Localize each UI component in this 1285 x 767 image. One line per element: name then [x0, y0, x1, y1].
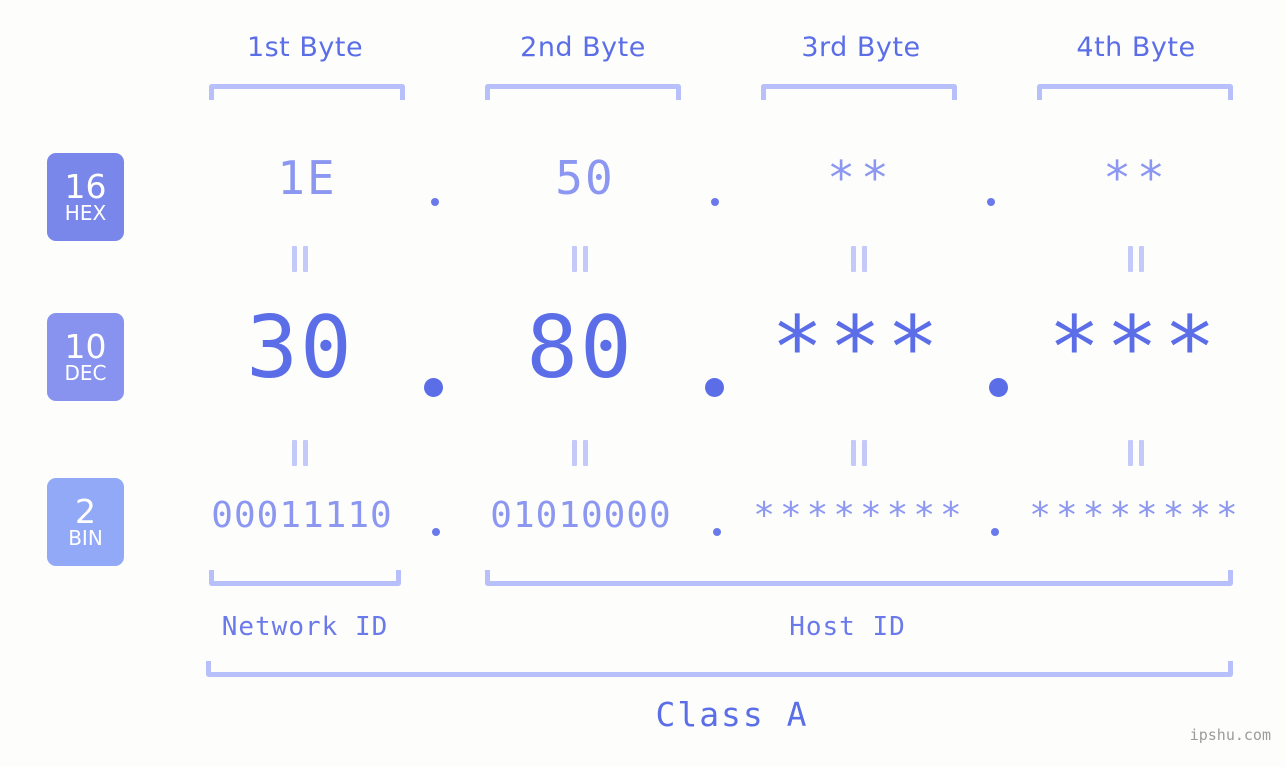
- equals-connector-hex-dec-2: [572, 246, 588, 272]
- equals-connector-dec-bin-3: [851, 440, 867, 466]
- byte-bracket-2: [485, 84, 681, 100]
- dec-dot-2: [705, 378, 724, 397]
- base-badge-hex: 16 HEX: [47, 153, 124, 241]
- byte-header-1: 1st Byte: [246, 32, 364, 63]
- base-badge-hex-name: HEX: [64, 201, 107, 226]
- equals-connector-hex-dec-1: [292, 246, 308, 272]
- base-badge-bin: 2 BIN: [47, 478, 124, 566]
- equals-connector-dec-bin-1: [292, 440, 308, 466]
- base-badge-bin-number: 2: [75, 491, 96, 531]
- dec-dot-3: [989, 378, 1008, 397]
- dec-octet-2: 80: [526, 298, 634, 398]
- bin-dot-1: [432, 528, 440, 536]
- base-badge-dec: 10 DEC: [47, 313, 124, 401]
- bin-octet-4: ********: [1029, 495, 1243, 536]
- network-id-label: Network ID: [221, 612, 389, 642]
- bin-octet-2: 01010000: [490, 495, 672, 536]
- equals-connector-dec-bin-2: [572, 440, 588, 466]
- base-badge-dec-name: DEC: [64, 361, 107, 386]
- network-id-bracket: [209, 570, 401, 586]
- hex-octet-1: 1E: [277, 151, 337, 205]
- equals-connector-hex-dec-4: [1128, 246, 1144, 272]
- class-bracket: [206, 661, 1233, 677]
- hex-dot-1: [431, 198, 439, 206]
- dec-octet-4: ***: [1048, 298, 1222, 398]
- ip-address-breakdown-diagram: 1st Byte 2nd Byte 3rd Byte 4th Byte 16 H…: [0, 0, 1285, 767]
- byte-header-3: 3rd Byte: [801, 32, 921, 63]
- byte-bracket-3: [761, 84, 957, 100]
- class-label: Class A: [655, 695, 809, 734]
- bin-octet-3: ********: [753, 495, 967, 536]
- base-badge-hex-number: 16: [64, 166, 107, 206]
- watermark: ipshu.com: [1189, 726, 1271, 744]
- bin-dot-3: [991, 528, 999, 536]
- hex-octet-3: **: [827, 151, 895, 205]
- host-id-label: Host ID: [789, 612, 906, 642]
- equals-connector-hex-dec-3: [851, 246, 867, 272]
- hex-dot-2: [711, 198, 719, 206]
- hex-octet-4: **: [1103, 151, 1171, 205]
- byte-header-4: 4th Byte: [1076, 32, 1196, 63]
- bin-dot-2: [713, 528, 721, 536]
- hex-octet-2: 50: [555, 151, 615, 205]
- bin-octet-1: 00011110: [211, 495, 393, 536]
- hex-dot-3: [987, 198, 995, 206]
- dec-octet-3: ***: [771, 298, 945, 398]
- host-id-bracket: [485, 570, 1233, 586]
- byte-bracket-4: [1037, 84, 1233, 100]
- byte-bracket-1: [209, 84, 405, 100]
- dec-octet-1: 30: [246, 298, 354, 398]
- base-badge-bin-name: BIN: [68, 526, 103, 551]
- equals-connector-dec-bin-4: [1128, 440, 1144, 466]
- byte-header-2: 2nd Byte: [520, 32, 646, 63]
- dec-dot-1: [424, 378, 443, 397]
- base-badge-dec-number: 10: [64, 326, 107, 366]
